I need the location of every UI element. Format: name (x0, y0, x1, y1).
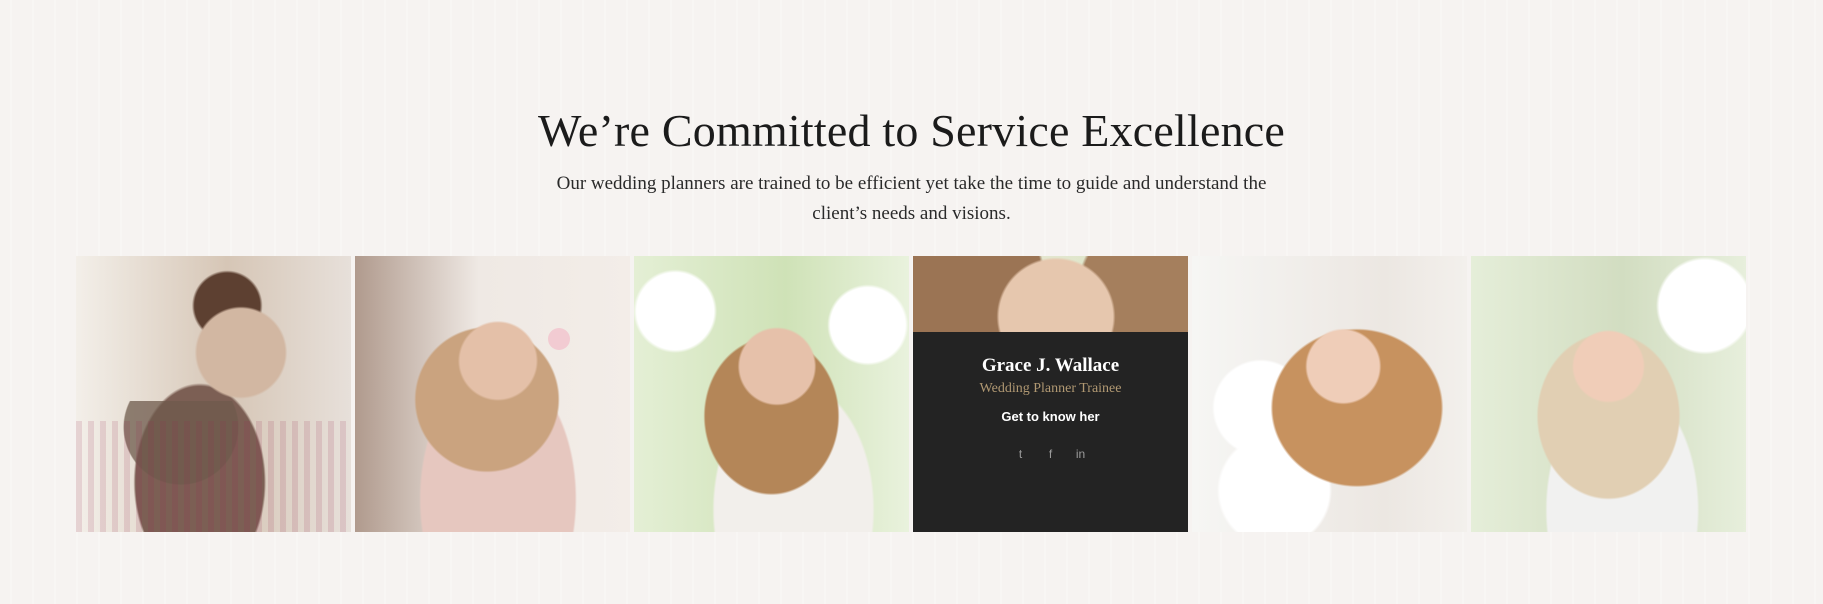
team-section: We’re Committed to Service Excellence Ou… (0, 0, 1823, 604)
twitter-icon[interactable]: t (1014, 447, 1028, 461)
member-name: Grace J. Wallace (981, 355, 1120, 376)
team-member-card-highlighted[interactable]: Grace J. Wallace Wedding Planner Trainee… (913, 256, 1188, 532)
woman-blossom-tree-photo (634, 256, 909, 532)
woman-long-hair-photo (1471, 256, 1746, 532)
social-links: t f in (913, 447, 1188, 461)
team-grid: Grace J. Wallace Wedding Planner Trainee… (76, 256, 1748, 532)
flower-accent (548, 328, 570, 350)
linkedin-icon[interactable]: in (1074, 447, 1088, 461)
man-portrait-photo (76, 256, 351, 532)
woman-blonde-pink-coat-photo (355, 256, 630, 532)
woman-flowers-photo (1192, 256, 1467, 532)
facebook-icon[interactable]: f (1044, 447, 1058, 461)
team-member-card[interactable] (76, 256, 351, 532)
member-info-overlay: Grace J. Wallace Wedding Planner Trainee… (913, 332, 1188, 532)
section-subtitle: Our wedding planners are trained to be e… (556, 173, 1267, 224)
section-title: We’re Committed to Service Excellence (537, 105, 1286, 156)
member-role: Wedding Planner Trainee (979, 381, 1122, 396)
get-to-know-link[interactable]: Get to know her (1001, 409, 1099, 424)
team-member-card[interactable] (1471, 256, 1746, 532)
team-member-card[interactable] (634, 256, 909, 532)
team-member-card[interactable] (1192, 256, 1467, 532)
shirt-pattern (76, 421, 351, 532)
team-member-card[interactable] (355, 256, 630, 532)
